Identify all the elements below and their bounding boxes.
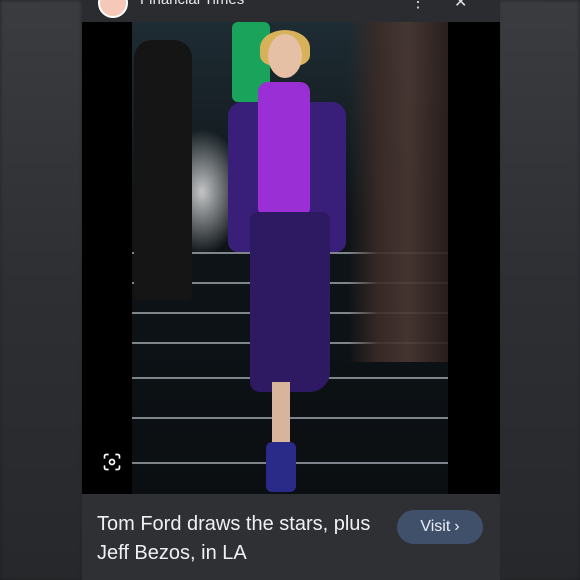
model-head	[268, 34, 302, 78]
result-image[interactable]	[82, 22, 500, 494]
result-caption[interactable]: Tom Ford draws the stars, plus Jeff Bezo…	[97, 510, 387, 568]
visit-label: Visit	[420, 518, 451, 535]
chevron-right-icon: ›	[454, 518, 460, 535]
visit-button[interactable]: Visit ›	[397, 510, 483, 544]
model-skirt	[250, 212, 330, 392]
background-blur-left	[0, 0, 82, 580]
card-header: Financial Times ⋮ ✕	[82, 0, 500, 22]
model-boot	[266, 442, 296, 492]
background-model	[134, 40, 192, 300]
source-name[interactable]: Financial Times	[140, 0, 244, 8]
model-turtleneck	[258, 82, 310, 218]
image-result-card: Financial Times ⋮ ✕	[82, 0, 500, 580]
lens-search-icon[interactable]	[100, 450, 124, 474]
runway-photo	[132, 22, 448, 494]
audience	[348, 22, 448, 362]
source-logo	[98, 0, 128, 18]
close-icon[interactable]: ✕	[454, 0, 467, 12]
share-icon[interactable]: ⋮	[410, 0, 426, 12]
background-blur-right	[498, 0, 580, 580]
